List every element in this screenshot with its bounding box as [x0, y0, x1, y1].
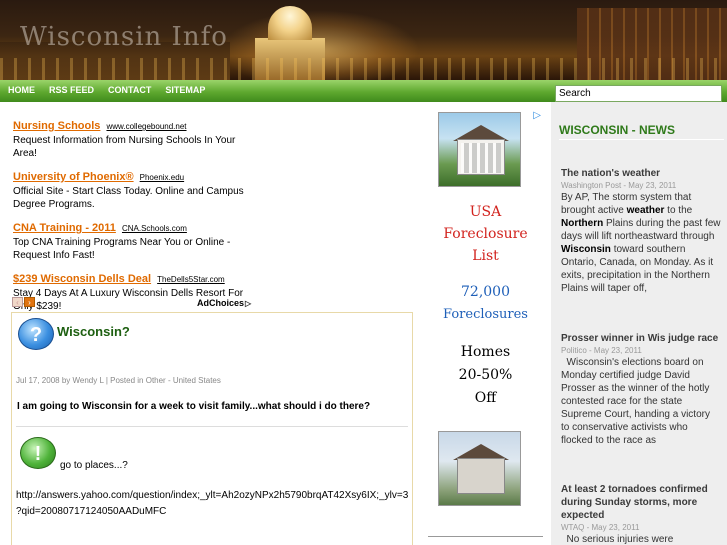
- ad-item: Nursing Schools www.collegebound.net Req…: [13, 120, 413, 160]
- adchoices-icon: ▷: [245, 299, 252, 308]
- fc-line-off: Off: [474, 390, 497, 406]
- article-meta: Jul 17, 2008 by Wendy L | Posted in Othe…: [16, 376, 221, 385]
- news-item: At least 2 tornadoes confirmed during Su…: [561, 483, 721, 545]
- news-body: By AP, The storm system that brought act…: [561, 191, 721, 295]
- news-body-keyword: weather: [626, 205, 665, 216]
- news-sidebar: WISCONSIN - NEWS The nation's weather Wa…: [551, 102, 727, 545]
- news-body-keyword: Wisconsin: [561, 244, 611, 255]
- nav-item-sitemap[interactable]: SITEMAP: [165, 85, 205, 95]
- ad-url-link[interactable]: TheDells5Star.com: [157, 275, 225, 284]
- site-title[interactable]: Wisconsin Info: [20, 22, 228, 52]
- ad-title-link[interactable]: University of Phoenix®: [13, 171, 134, 183]
- news-item: The nation's weather Washington Post - M…: [561, 167, 721, 295]
- house-image: [438, 431, 521, 506]
- news-body-keyword: Northern: [561, 218, 604, 229]
- fc-number: 72,000: [461, 284, 510, 300]
- question-mark-icon: ?: [18, 318, 54, 350]
- fc-line-usa: USA: [469, 204, 502, 220]
- ad-prev-button[interactable]: ‹: [12, 297, 23, 307]
- article-post: ? Wisconsin? Jul 17, 2008 by Wendy L | P…: [11, 312, 413, 545]
- nav-menu: HOME RSS FEED CONTACT SITEMAP: [8, 85, 219, 95]
- ad-info-icon[interactable]: ▷: [533, 110, 541, 121]
- news-body-text: to the: [664, 205, 693, 216]
- adchoices-label: AdChoices: [197, 298, 245, 308]
- ad-description: Request Information from Nursing Schools…: [13, 135, 236, 159]
- news-title-link[interactable]: Prosser winner in Wis judge race: [561, 332, 721, 345]
- house-body: [457, 458, 505, 494]
- news-meta: Washington Post - May 23, 2011: [561, 181, 677, 190]
- ad-pager: ‹ ›: [12, 297, 35, 307]
- fc-line-foreclosures: Foreclosures: [443, 307, 528, 322]
- fc-line-homes: Homes: [460, 344, 511, 360]
- answer-text: go to places...?: [60, 460, 128, 471]
- ad-item: University of Phoenix® Phoenix.edu Offic…: [13, 171, 413, 211]
- house-columns: [461, 143, 501, 173]
- question-text: I am going to Wisconsin for a week to vi…: [17, 401, 371, 412]
- adchoices-link[interactable]: AdChoices▷: [197, 298, 251, 308]
- exclamation-icon: !: [20, 437, 56, 469]
- news-body: Wisconsin's elections board on Monday ce…: [561, 357, 710, 446]
- news-heading: WISCONSIN - NEWS: [559, 123, 675, 137]
- fc-line-list: List: [472, 248, 499, 264]
- ad-item: CNA Training - 2011 CNA.Schools.com Top …: [13, 222, 413, 262]
- divider: [559, 139, 724, 140]
- foreclosure-ad-banner[interactable]: ▷ USA Foreclosure List 72,000 Foreclosur…: [428, 108, 543, 545]
- fc-line-foreclosure: Foreclosure: [443, 226, 528, 242]
- divider: [16, 426, 408, 427]
- header-banner: Wisconsin Info: [0, 0, 727, 80]
- house-image: [438, 112, 521, 187]
- source-link[interactable]: http://answers.yahoo.com/question/index;…: [16, 488, 411, 520]
- ad-description: Official Site - Start Class Today. Onlin…: [13, 186, 244, 210]
- ad-url-link[interactable]: Phoenix.edu: [140, 173, 184, 182]
- ad-title-link[interactable]: Nursing Schools: [13, 120, 100, 132]
- news-title-link[interactable]: The nation's weather: [561, 167, 721, 180]
- ad-title-link[interactable]: CNA Training - 2011: [13, 222, 116, 234]
- article-title[interactable]: Wisconsin?: [57, 324, 130, 339]
- nav-item-contact[interactable]: CONTACT: [108, 85, 151, 95]
- divider: [428, 536, 543, 537]
- ad-description: Top CNA Training Programs Near You or On…: [13, 237, 231, 261]
- news-title-link[interactable]: At least 2 tornadoes confirmed during Su…: [561, 483, 721, 522]
- ad-title-link[interactable]: $239 Wisconsin Dells Deal: [13, 273, 151, 285]
- city-lights: [0, 58, 727, 80]
- news-item: Prosser winner in Wis judge race Politic…: [561, 332, 721, 447]
- news-body: No serious injuries were: [561, 534, 674, 545]
- fc-line-percent: 20-50%: [458, 367, 513, 383]
- nav-item-home[interactable]: HOME: [8, 85, 35, 95]
- nav-item-rss-feed[interactable]: RSS FEED: [49, 85, 94, 95]
- news-meta: WTAQ - May 23, 2011: [561, 523, 640, 532]
- search-input[interactable]: [555, 85, 722, 102]
- ad-url-link[interactable]: www.collegebound.net: [106, 122, 186, 131]
- news-meta: Politico - May 23, 2011: [561, 346, 642, 355]
- ad-url-link[interactable]: CNA.Schools.com: [122, 224, 187, 233]
- ad-next-button[interactable]: ›: [24, 297, 35, 307]
- text-ads: Nursing Schools www.collegebound.net Req…: [13, 120, 413, 324]
